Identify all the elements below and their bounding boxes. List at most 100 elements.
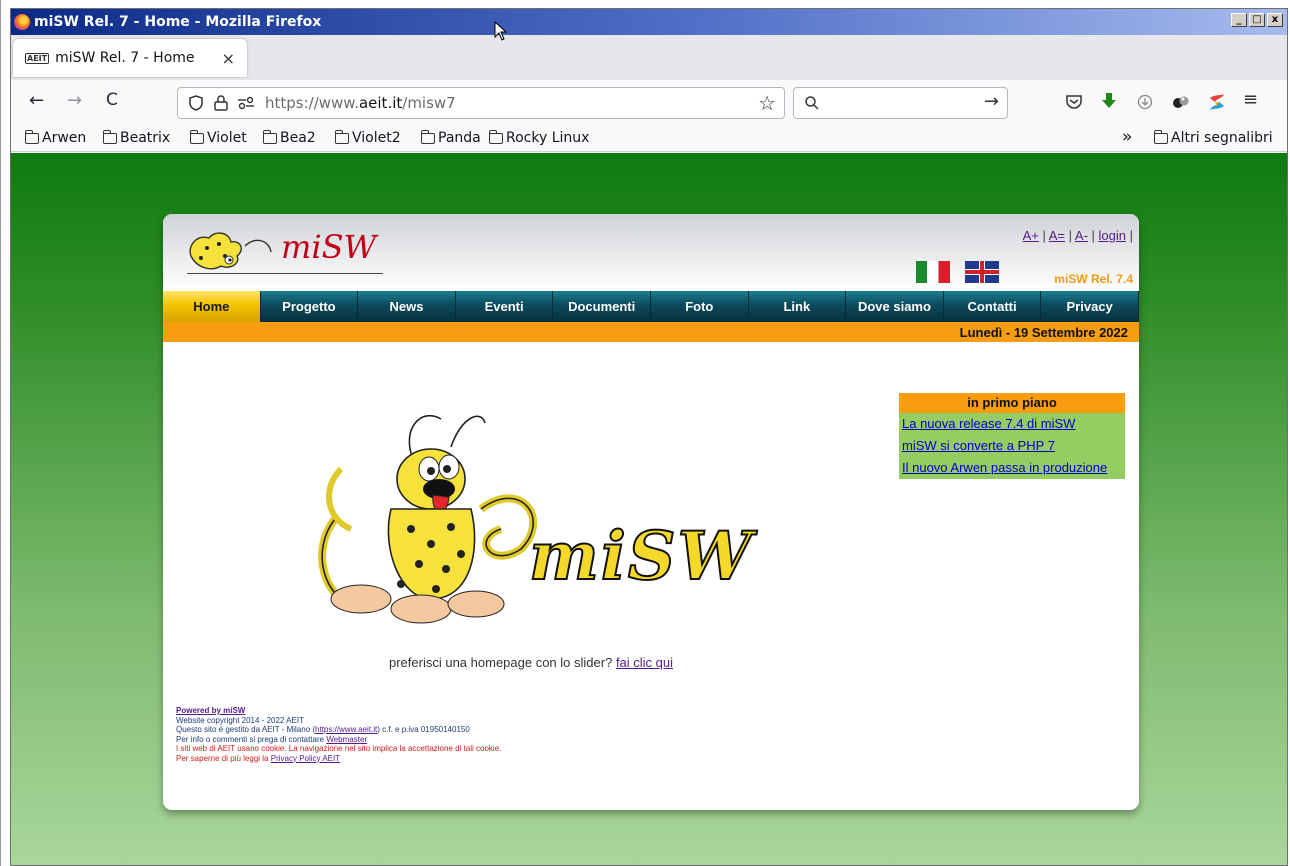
maximize-button[interactable]: □ [1249,13,1265,27]
folder-icon [1153,129,1168,144]
menu-dove-siamo[interactable]: Dove siamo [846,291,944,322]
slider-note: preferisci una homepage con lo slider? f… [389,655,673,670]
url-bar[interactable]: https://www.aeit.it/misw7 ☆ [177,87,785,119]
main-menu: Home Progetto News Eventi Documenti Foto… [163,291,1139,322]
folder-icon [334,129,349,144]
info-pre: Per info o commenti si prega di contatta… [176,734,325,744]
bookmark-panda[interactable]: Panda [420,129,481,146]
site-header: miSW A+ | A= | A- | login | miSW Rel. 7.… [163,214,1139,290]
tab-active[interactable]: AEIT miSW Rel. 7 - Home × [13,39,247,77]
news-link-2[interactable]: miSW si converte a PHP 7 [899,435,1125,457]
shield-icon[interactable] [187,94,205,112]
release-label: miSW Rel. 7.4 [1054,272,1133,286]
bookmark-bea2[interactable]: Bea2 [262,129,316,146]
bookmark-label: Beatrix [120,130,171,146]
firefox-logo-icon [14,14,30,30]
title-bar[interactable]: miSW Rel. 7 - Home - Mozilla Firefox _ □… [11,9,1287,35]
search-go-button[interactable]: → [984,91,999,112]
back-button[interactable]: ← [29,90,44,111]
bookmark-star-icon[interactable]: ☆ [758,91,776,115]
mouse-cursor-icon [494,21,508,41]
privacy-pre: Per saperne di più leggi la [176,753,269,763]
english-flag-icon[interactable] [965,261,999,283]
menu-privacy[interactable]: Privacy [1041,291,1139,322]
aeit-link[interactable]: https://www.aeit.it [315,725,377,734]
powered-by-link[interactable]: Powered by miSW [176,706,245,715]
aeit-favicon-icon: AEIT [25,52,50,64]
other-bookmarks[interactable]: Altri segnalibri [1153,129,1273,146]
font-reset-link[interactable]: A= [1049,228,1065,243]
bookmark-violet2[interactable]: Violet2 [334,129,401,146]
italian-flag-icon[interactable] [916,261,950,283]
site-logo[interactable]: miSW [185,226,385,278]
screen-edge [0,0,10,866]
folder-icon [189,129,204,144]
search-bar[interactable]: → [793,87,1008,119]
menu-home[interactable]: Home [163,291,261,322]
minimize-button[interactable]: _ [1231,13,1247,27]
bookmark-label: Bea2 [280,130,316,146]
folder-icon [102,129,117,144]
window-title: miSW Rel. 7 - Home - Mozilla Firefox [34,14,322,30]
url-prefix: https://www. [265,94,359,112]
menu-link[interactable]: Link [748,291,847,322]
bookmarks-overflow-icon[interactable]: » [1122,127,1132,147]
privacy-policy-link[interactable]: Privacy Policy AEIT [271,754,340,763]
news-title: in primo piano [899,393,1125,413]
forward-button[interactable]: → [67,90,82,111]
tab-strip: AEIT miSW Rel. 7 - Home × [11,35,1287,80]
url-text[interactable]: https://www.aeit.it/misw7 [265,94,456,112]
folder-icon [420,129,435,144]
language-flags [916,261,999,283]
search-icon [805,96,819,110]
bookmark-rocky-linux[interactable]: Rocky Linux [488,129,590,146]
bookmark-beatrix[interactable]: Beatrix [102,129,171,146]
webmaster-link[interactable]: Webmaster [326,735,367,744]
info-line: Per info o commenti si prega di contatta… [176,735,501,745]
addon-colorful-icon[interactable] [1207,92,1227,112]
login-link[interactable]: login [1099,228,1126,243]
menu-progetto[interactable]: Progetto [260,291,359,322]
pocket-icon[interactable] [1065,94,1083,110]
extension-download-icon[interactable] [1137,94,1153,110]
bookmark-label: Rocky Linux [506,130,590,146]
news-link-1[interactable]: La nuova release 7.4 di miSW [899,413,1125,435]
bookmark-violet[interactable]: Violet [189,129,247,146]
folder-icon [262,129,277,144]
managed-post: ) c.f. e p.iva 01950140150 [377,725,470,734]
bookmarks-bar: Arwen Beatrix Violet Bea2 Violet2 Panda … [11,124,1287,152]
menu-eventi[interactable]: Eventi [455,291,554,322]
close-window-button[interactable]: x [1267,13,1283,27]
tab-close-icon[interactable]: × [222,49,235,68]
news-link-3[interactable]: Il nuovo Arwen passa in produzione [899,457,1125,479]
menu-documenti[interactable]: Documenti [553,291,651,322]
bookmark-label: Violet [207,130,247,146]
managed-line: Questo sito è gestito da AEIT - Milano (… [176,725,501,735]
other-bookmarks-label: Altri segnalibri [1171,130,1273,146]
mascot-illustration: miSW [301,399,753,627]
folder-icon [488,129,503,144]
menu-foto[interactable]: Foto [650,291,749,322]
font-decrease-link[interactable]: A- [1075,228,1088,243]
reload-button[interactable]: C [106,90,118,110]
download-icon[interactable] [1101,92,1117,110]
firefox-window: miSW Rel. 7 - Home - Mozilla Firefox _ □… [10,8,1288,866]
slider-link[interactable]: fai clic qui [616,655,673,670]
font-increase-link[interactable]: A+ [1023,228,1039,243]
extension-icon[interactable] [1172,94,1190,110]
menu-contatti[interactable]: Contatti [943,291,1042,322]
date-bar: Lunedì - 19 Settembre 2022 [163,322,1139,342]
slider-note-text: preferisci una homepage con lo slider? [389,655,613,670]
url-host: aeit.it [358,94,403,112]
menu-hamburger-icon[interactable]: ≡ [1243,89,1258,110]
bookmark-label: Violet2 [352,130,401,146]
cookie-notice: I siti web di AEIT usano cookie. La navi… [176,744,502,753]
site-footer: Powered by miSW Website copyright 2014 -… [176,706,501,763]
bookmark-label: Panda [438,130,481,146]
url-path: /misw7 [402,94,456,112]
menu-news[interactable]: News [358,291,456,322]
permissions-icon[interactable] [237,96,255,110]
privacy-line: Per saperne di più leggi la Privacy Poli… [176,754,501,764]
lock-icon[interactable] [213,94,229,112]
bookmark-arwen[interactable]: Arwen [24,129,86,146]
